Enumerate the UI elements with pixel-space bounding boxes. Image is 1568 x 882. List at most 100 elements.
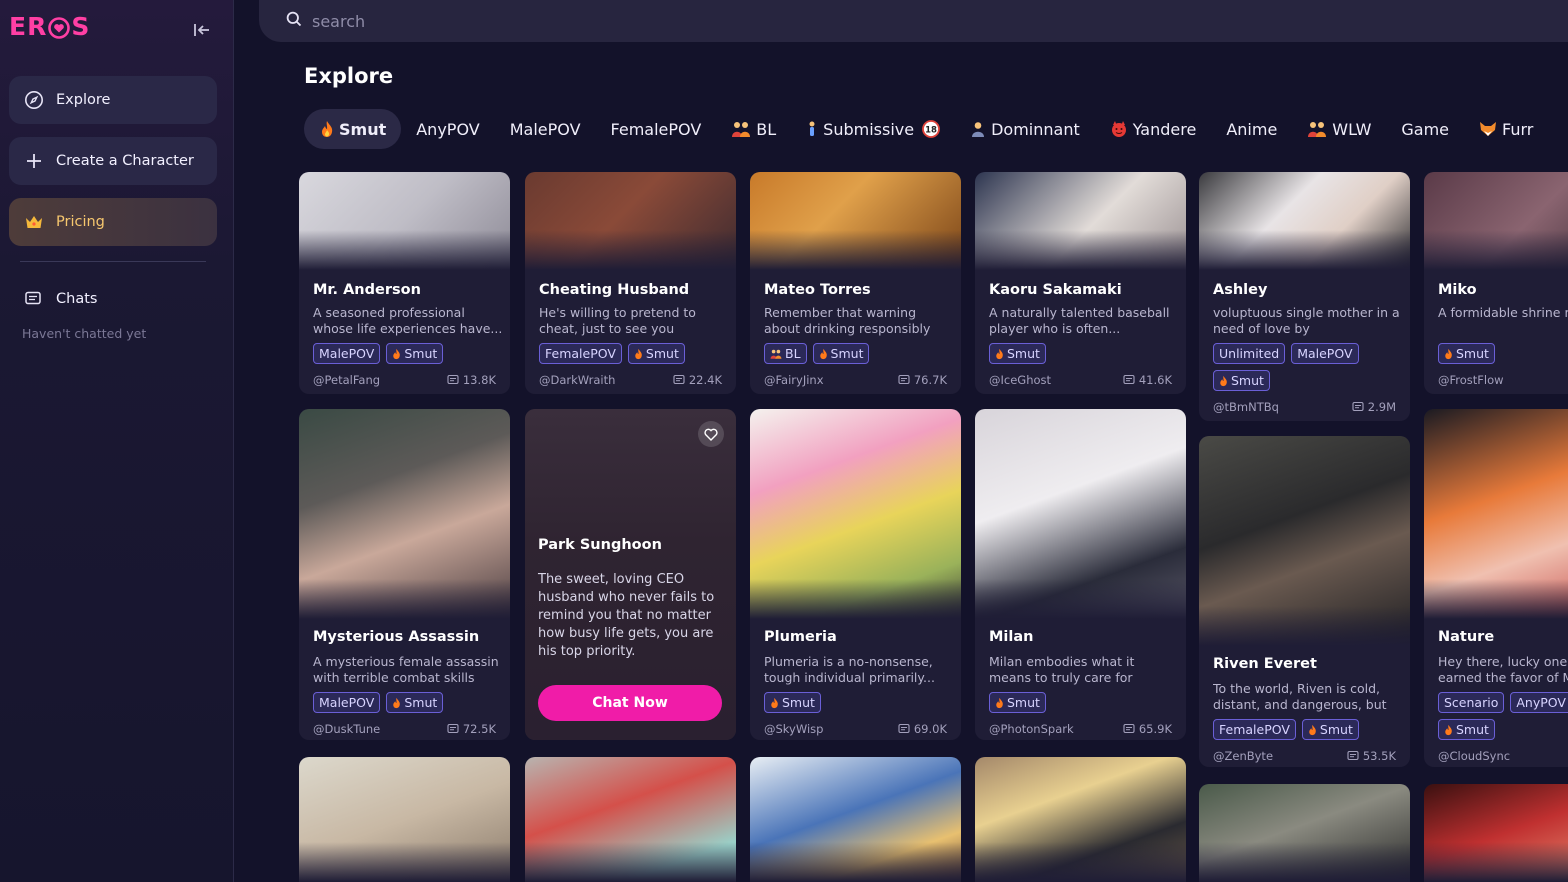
tag[interactable]: Smut <box>627 343 685 364</box>
character-card[interactable]: Plumeria Plumeria is a no-nonsense, toug… <box>750 409 961 740</box>
tag-list: BL Smut <box>764 343 959 364</box>
heart-favorite-icon[interactable] <box>698 421 724 447</box>
tab-submissive[interactable]: Submissive 18 <box>791 109 955 149</box>
character-description: A seasoned professional whose life exper… <box>313 305 503 336</box>
character-name: Mysterious Assassin <box>313 629 480 645</box>
chat-count: 41.6K <box>1123 373 1172 387</box>
sidebar-item-chats[interactable]: Chats <box>24 289 97 309</box>
tag[interactable]: Smut <box>812 343 870 364</box>
chats-empty-text: Haven't chatted yet <box>22 326 147 341</box>
character-card[interactable]: Riven Everet To the world, Riven is cold… <box>1199 436 1410 767</box>
chat-now-button[interactable]: Chat Now <box>538 685 722 721</box>
character-card[interactable]: Mysterious Assassin A mysterious female … <box>299 409 510 740</box>
devil-icon <box>1110 120 1128 138</box>
tag[interactable]: FemalePOV <box>1213 719 1296 740</box>
tag[interactable]: Smut <box>1438 719 1495 740</box>
tag[interactable]: MalePOV <box>313 343 381 364</box>
character-card[interactable]: Kaoru Sakamaki A naturally talented base… <box>975 172 1186 394</box>
character-image <box>975 409 1186 619</box>
character-card[interactable]: Miko A formidable shrine m leader armed … <box>1424 172 1568 394</box>
character-card[interactable]: Nature Hey there, lucky one!" earned the… <box>1424 409 1568 767</box>
tab-game[interactable]: Game <box>1386 109 1464 149</box>
character-card[interactable]: Cheating Husband He's willing to pretend… <box>525 172 736 394</box>
creator-handle[interactable]: @IceGhost <box>989 373 1051 387</box>
tag[interactable]: MalePOV <box>313 692 381 713</box>
character-card[interactable] <box>299 757 510 882</box>
character-card[interactable]: Mr. Anderson A seasoned professional who… <box>299 172 510 394</box>
character-card[interactable] <box>1199 784 1410 882</box>
adult-badge-text: 18 <box>925 126 937 136</box>
tag[interactable]: Smut <box>386 343 444 364</box>
tag[interactable]: Unlimited <box>1213 343 1286 364</box>
tab-dominnant[interactable]: Dominnant <box>955 109 1095 149</box>
tag[interactable]: Smut <box>989 343 1046 364</box>
creator-handle[interactable]: @ZenByte <box>1213 749 1273 763</box>
tab-femalepov[interactable]: FemalePOV <box>596 109 717 149</box>
tab-bl[interactable]: BL <box>716 109 791 149</box>
creator-handle[interactable]: @DuskTune <box>313 722 380 736</box>
app-logo[interactable]: ER S <box>9 12 90 41</box>
character-image <box>1199 784 1410 882</box>
tag-label: Smut <box>404 695 438 710</box>
tag-label: Smut <box>1007 695 1040 710</box>
tab-wlw[interactable]: WLW <box>1292 109 1386 149</box>
tag-list: FemalePOV Smut <box>1213 719 1408 740</box>
tag[interactable]: Smut <box>764 692 821 713</box>
adult-18-badge-icon: 18 <box>922 120 940 138</box>
sidebar-item-pricing[interactable]: Pricing <box>9 198 217 246</box>
logo-text-right: S <box>71 12 91 41</box>
creator-handle[interactable]: @FairyJinx <box>764 373 824 387</box>
tag[interactable]: BL <box>764 343 807 364</box>
character-card[interactable]: Mateo Torres Remember that warning about… <box>750 172 961 394</box>
tag[interactable]: MalePOV <box>1291 343 1359 364</box>
tab-furry[interactable]: Furr <box>1464 109 1548 149</box>
character-card[interactable] <box>750 757 961 882</box>
tab-label: Smut <box>339 119 387 139</box>
tag[interactable]: Smut <box>1438 343 1495 364</box>
character-card-hovered[interactable]: Park Sunghoon The sweet, loving CEO husb… <box>525 409 736 740</box>
tab-smut[interactable]: Smut <box>304 109 402 149</box>
creator-handle[interactable]: @PetalFang <box>313 373 380 387</box>
chat-count: 22.4K <box>673 373 722 387</box>
tab-label: Dominnant <box>991 119 1080 139</box>
character-image <box>299 409 510 619</box>
flame-icon <box>392 697 401 709</box>
character-image <box>975 172 1186 270</box>
tab-yandere[interactable]: Yandere <box>1095 109 1212 149</box>
creator-handle[interactable]: @tBmNTBq <box>1213 400 1279 414</box>
category-tabs: Smut AnyPOV MalePOV FemalePOV BL Submiss… <box>304 109 1568 149</box>
tag[interactable]: Smut <box>386 692 444 713</box>
creator-handle[interactable]: @SkyWisp <box>764 722 823 736</box>
creator-handle[interactable]: @DarkWraith <box>539 373 615 387</box>
tag[interactable]: FemalePOV <box>539 343 622 364</box>
sidebar-item-create-character[interactable]: Create a Character <box>9 137 217 185</box>
character-name: Nature <box>1438 629 1495 645</box>
tab-label: Game <box>1401 119 1450 139</box>
tab-anypov[interactable]: AnyPOV <box>401 109 494 149</box>
tag[interactable]: Scenario <box>1438 692 1505 713</box>
tag[interactable]: Smut <box>1213 370 1270 391</box>
tab-malepov[interactable]: MalePOV <box>495 109 596 149</box>
character-card[interactable]: Ashley voluptuous single mother in a nee… <box>1199 172 1410 421</box>
creator-handle[interactable]: @CloudSync <box>1438 749 1510 763</box>
tag[interactable]: AnyPOV <box>1510 692 1568 713</box>
sidebar-item-explore[interactable]: Explore <box>9 76 217 124</box>
tab-label: FemalePOV <box>610 119 702 139</box>
tag-label: Smut <box>782 695 815 710</box>
tab-label: MalePOV <box>509 119 581 139</box>
tag-label: Smut <box>404 346 438 361</box>
character-card[interactable] <box>525 757 736 882</box>
character-card[interactable] <box>1424 784 1568 882</box>
creator-handle[interactable]: @PhotonSpark <box>989 722 1074 736</box>
collapse-sidebar-icon[interactable] <box>192 20 212 40</box>
chat-count-value: 13.8K <box>462 373 496 387</box>
tag[interactable]: Smut <box>989 692 1046 713</box>
character-card[interactable]: Milan Milan embodies what it means to tr… <box>975 409 1186 740</box>
tab-anime[interactable]: Anime <box>1211 109 1292 149</box>
search-input[interactable] <box>312 11 812 31</box>
sidebar: ER S Explore Create a Character Pricing … <box>0 0 234 882</box>
creator-handle[interactable]: @FrostFlow <box>1438 373 1504 387</box>
tag[interactable]: Smut <box>1301 719 1359 740</box>
character-card[interactable] <box>975 757 1186 882</box>
chat-bubble-icon <box>673 374 685 385</box>
